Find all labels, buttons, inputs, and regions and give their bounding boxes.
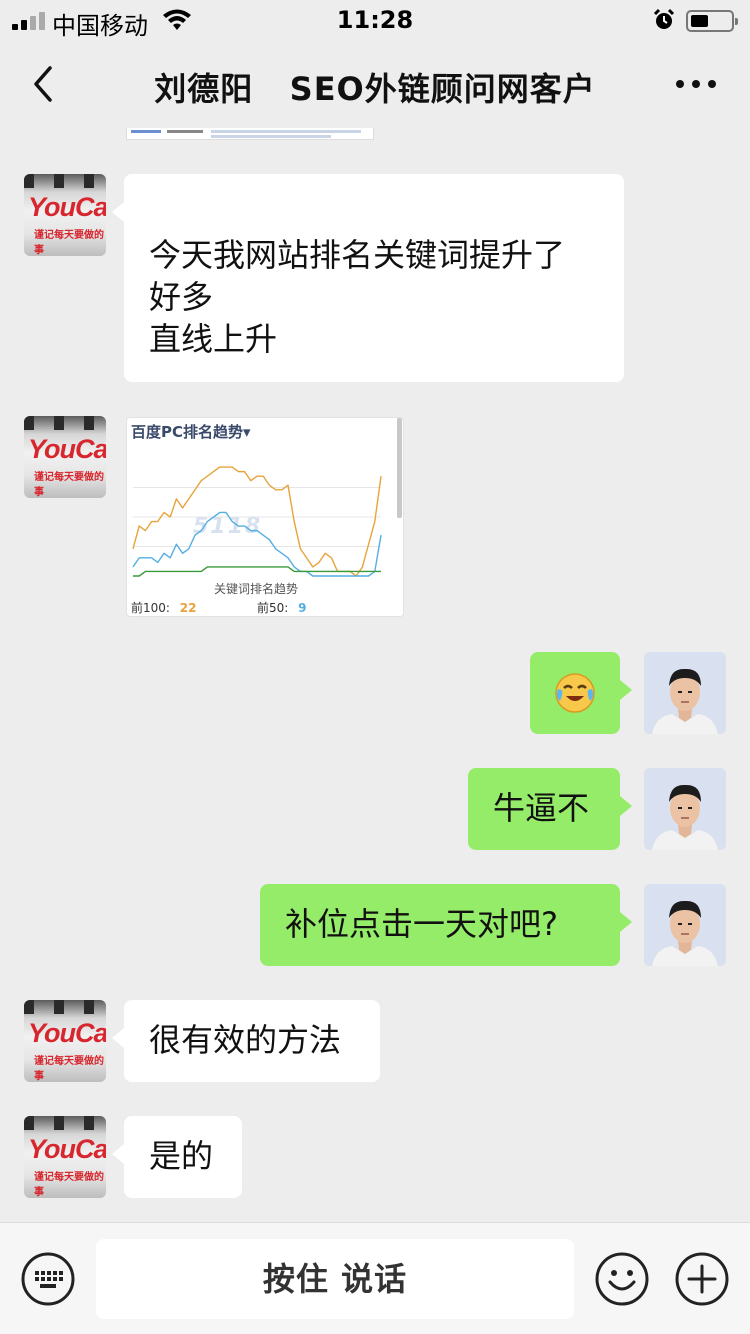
more-dot-icon bbox=[708, 80, 716, 88]
chart-stat-top50: 前50: 9 bbox=[257, 599, 307, 616]
user-photo bbox=[644, 884, 726, 966]
message-text: 今天我网站排名关键词提升了 bbox=[149, 236, 566, 274]
crying-laughing-emoji-icon bbox=[555, 673, 595, 713]
chart-series-line-1 bbox=[132, 466, 382, 577]
back-button[interactable] bbox=[24, 62, 64, 106]
message-bubble-outgoing[interactable]: 牛逼不 bbox=[468, 768, 632, 850]
chart-series-line-3 bbox=[133, 566, 381, 577]
top50-label: 前50: bbox=[257, 601, 289, 615]
message-text: 补位点击一天对吧? bbox=[285, 905, 558, 943]
message-bubble-incoming[interactable]: 是的 bbox=[112, 1116, 242, 1198]
message-text: 好多 bbox=[149, 278, 214, 316]
message-text: 是的 bbox=[149, 1137, 214, 1175]
input-bar: 按住 说话 bbox=[0, 1222, 750, 1334]
message-text: 牛逼不 bbox=[493, 789, 590, 827]
avatar-logo-text: YouCan! bbox=[28, 1018, 106, 1048]
message-text: 很有效的方法 bbox=[149, 1021, 342, 1059]
chat-title: 刘德阳 SEO外链顾问网客户 bbox=[154, 70, 596, 108]
plus-circle-icon bbox=[675, 1252, 729, 1306]
top100-label: 前100: bbox=[131, 601, 170, 615]
user-avatar[interactable] bbox=[644, 768, 726, 850]
avatar-logo-text: YouCan! bbox=[28, 434, 106, 464]
chat-header: 刘德阳 SEO外链顾问网客户 bbox=[0, 40, 750, 128]
user-avatar[interactable] bbox=[644, 884, 726, 966]
more-functions-button[interactable] bbox=[675, 1252, 729, 1306]
chevron-left-icon bbox=[34, 66, 52, 102]
avatar-logo-text: YouCan! bbox=[28, 192, 106, 222]
status-bar: 中国移动 11:28 bbox=[0, 0, 750, 40]
avatar-slogan-text: 谨记每天要做的事 bbox=[34, 230, 104, 256]
previous-image-message[interactable] bbox=[126, 128, 374, 140]
user-photo bbox=[644, 768, 726, 850]
keyboard-icon bbox=[21, 1252, 75, 1306]
clock-time: 11:28 bbox=[336, 6, 414, 34]
smiley-face-icon bbox=[595, 1252, 649, 1306]
chart-x-axis-label: 关键词排名趋势 bbox=[213, 582, 298, 596]
avatar-slogan-text: 谨记每天要做的事 bbox=[34, 472, 104, 498]
contact-avatar[interactable]: YouCan! 谨记每天要做的事 bbox=[24, 416, 106, 498]
message-bubble-incoming[interactable]: 今天我网站排名关键词提升了 好多 直线上升 bbox=[112, 174, 624, 382]
avatar-slogan-text: 谨记每天要做的事 bbox=[34, 1056, 104, 1082]
chart-stat-top100: 前100: 22 bbox=[131, 599, 196, 616]
message-bubble-incoming[interactable]: 很有效的方法 bbox=[112, 1000, 380, 1082]
emoji-button[interactable] bbox=[595, 1252, 649, 1306]
battery-icon bbox=[686, 10, 738, 32]
avatar-logo-text: YouCan! bbox=[28, 1134, 106, 1164]
user-avatar[interactable] bbox=[644, 652, 726, 734]
more-dot-icon bbox=[692, 80, 700, 88]
message-bubble-outgoing[interactable]: 补位点击一天对吧? bbox=[260, 884, 632, 966]
message-text: 直线上升 bbox=[149, 320, 278, 358]
hold-to-talk-button[interactable]: 按住 说话 bbox=[96, 1239, 574, 1319]
ranking-trend-image[interactable]: 5118 百度PC排名趋势▾ 关键词排名趋势 前100: 22 前50: 9 bbox=[126, 417, 404, 617]
contact-avatar[interactable]: YouCan! 谨记每天要做的事 bbox=[24, 174, 106, 256]
more-dot-icon bbox=[676, 80, 684, 88]
image-scrollbar bbox=[397, 418, 402, 518]
more-options-button[interactable] bbox=[668, 72, 724, 96]
contact-avatar[interactable]: YouCan! 谨记每天要做的事 bbox=[24, 1116, 106, 1198]
user-photo bbox=[644, 652, 726, 734]
message-bubble-outgoing[interactable] bbox=[530, 652, 632, 734]
contact-avatar[interactable]: YouCan! 谨记每天要做的事 bbox=[24, 1000, 106, 1082]
keyboard-toggle-button[interactable] bbox=[21, 1252, 75, 1306]
message-list[interactable]: YouCan! 谨记每天要做的事 今天我网站排名关键词提升了 好多 直线上升 Y… bbox=[0, 128, 750, 1222]
alarm-clock-icon bbox=[653, 8, 675, 29]
top100-value: 22 bbox=[179, 601, 197, 615]
chart-title: 百度PC排名趋势▾ bbox=[131, 423, 251, 441]
top50-value: 9 bbox=[298, 601, 307, 615]
avatar-slogan-text: 谨记每天要做的事 bbox=[34, 1172, 104, 1198]
